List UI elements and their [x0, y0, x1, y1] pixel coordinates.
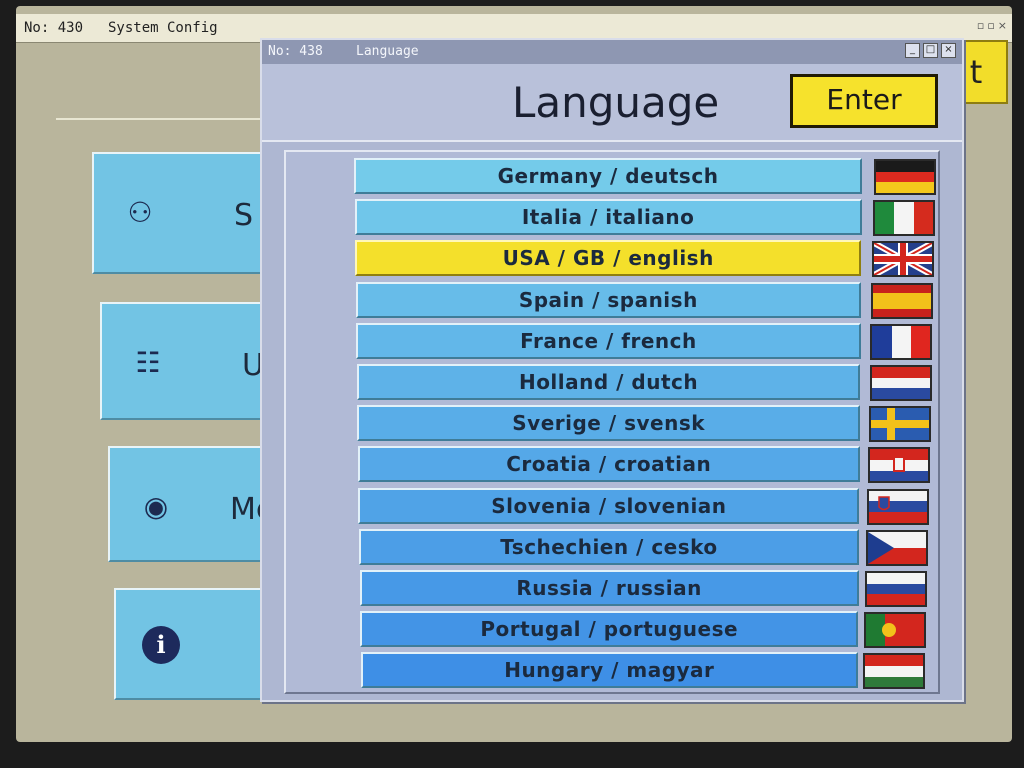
- dialog-header: Language Enter: [262, 64, 962, 142]
- netherlands-flag-icon: [869, 365, 932, 401]
- monitor-screen: No: 430 System Config ▫▫× t ⚇ S ☷ U ◉ Me…: [16, 6, 1012, 742]
- dialog-title: Language: [356, 44, 419, 59]
- dialog-number: No: 438: [268, 44, 323, 59]
- background-window-controls[interactable]: ▫▫×: [977, 19, 1010, 32]
- minimize-icon[interactable]: _: [905, 43, 920, 58]
- binoculars-icon: ⚇: [127, 196, 153, 229]
- language-option[interactable]: Spain / spanish: [355, 281, 861, 318]
- language-list: Germany / deutsch Italia / italiano USA / …: [284, 150, 940, 694]
- language-option[interactable]: Tschechien / cesko: [358, 528, 860, 565]
- maximize-icon[interactable]: □: [923, 43, 938, 58]
- dialog-heading: Language: [512, 78, 720, 127]
- russia-flag-icon: [865, 571, 927, 607]
- language-option[interactable]: Portugal / portuguese: [360, 611, 859, 648]
- language-option[interactable]: Slovenia / slovenian: [358, 487, 860, 524]
- close-icon[interactable]: ×: [941, 43, 956, 58]
- background-window-title: System Config: [108, 20, 218, 36]
- germany-flag-icon: [874, 159, 936, 195]
- background-tile-label: S: [234, 198, 254, 233]
- language-option[interactable]: Hungary / magyar: [360, 652, 859, 689]
- eye-icon: ◉: [143, 490, 169, 523]
- czech-flag-icon: [865, 529, 928, 566]
- language-option[interactable]: Sverige / svensk: [357, 405, 861, 442]
- language-option[interactable]: Croatia / croatian: [357, 446, 860, 483]
- spain-flag-icon: [871, 282, 934, 319]
- language-option[interactable]: Italia / italiano: [354, 199, 862, 236]
- dialog-titlebar: No: 438 Language _ □ ×: [262, 40, 962, 65]
- language-option[interactable]: USA / GB / english: [355, 240, 862, 277]
- croatia-flag-icon: [867, 447, 930, 484]
- sweden-flag-icon: [868, 406, 931, 443]
- hungary-flag-icon: [863, 653, 926, 690]
- language-dialog: No: 438 Language _ □ × Language Enter Ge…: [260, 38, 964, 702]
- france-flag-icon: [870, 323, 933, 360]
- enter-button[interactable]: Enter: [790, 74, 938, 128]
- network-icon: ☷: [135, 346, 161, 379]
- language-option[interactable]: Germany / deutsch: [354, 158, 862, 194]
- portugal-flag-icon: [864, 612, 927, 649]
- slovenia-flag-icon: [866, 488, 929, 525]
- info-icon: i: [142, 626, 180, 664]
- language-option[interactable]: Russia / russian: [359, 570, 859, 606]
- language-option[interactable]: France / french: [356, 322, 861, 359]
- background-window-number: No: 430: [24, 20, 84, 36]
- uk-flag-icon: [872, 241, 935, 278]
- dialog-window-controls: _ □ ×: [905, 43, 956, 58]
- italy-flag-icon: [873, 200, 936, 237]
- language-option[interactable]: Holland / dutch: [356, 364, 861, 400]
